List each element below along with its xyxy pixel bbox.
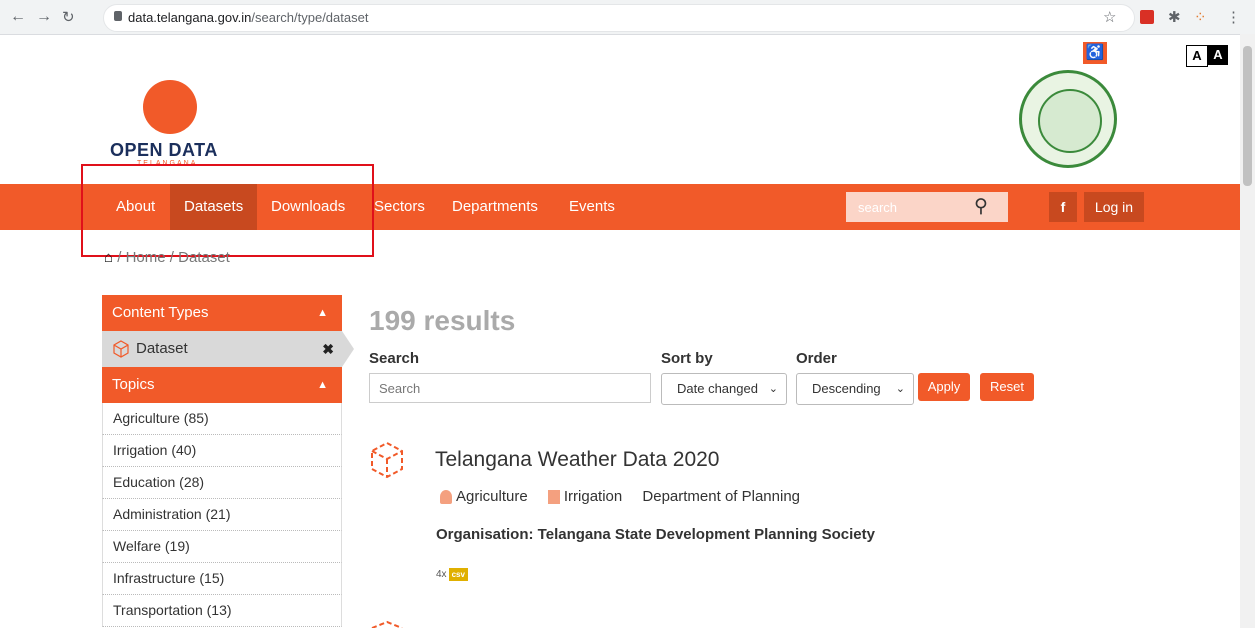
dataset-search-input[interactable]: Search — [369, 373, 651, 403]
next-dataset-cube-icon — [371, 620, 403, 628]
logo-emblem-icon — [143, 80, 197, 134]
order-label: Order — [796, 350, 837, 367]
chevron-down-icon: ⌄ — [895, 383, 905, 395]
forward-icon[interactable]: → — [36, 8, 52, 26]
search-icon[interactable]: ⚲ — [974, 195, 988, 218]
cube-icon — [113, 340, 129, 358]
highlight-box — [81, 164, 374, 257]
url-text: data.telangana.gov.in/search/type/datase… — [128, 10, 368, 25]
dataset-title-link[interactable]: Telangana Weather Data 2020 — [435, 448, 719, 472]
home-icon[interactable]: ⌂ — [104, 249, 113, 266]
breadcrumb-home-link[interactable]: Home — [126, 249, 166, 266]
selected-content-type[interactable]: Dataset ✖ — [102, 331, 354, 367]
topic-item[interactable]: Agriculture (85) — [102, 403, 342, 435]
dataset-tags: Agriculture Irrigation Department of Pla… — [440, 488, 808, 505]
dataset-formats: 4x csv — [436, 568, 468, 581]
url-host: data.telangana.gov.in — [128, 10, 252, 25]
nav-events[interactable]: Events — [555, 184, 629, 230]
dataset-search-placeholder: Search — [379, 381, 421, 396]
breadcrumb-separator: / — [117, 249, 122, 266]
lock-icon — [114, 11, 122, 21]
browser-menu-icon[interactable]: ⋮ — [1226, 8, 1241, 26]
sort-by-value: Date changed — [677, 381, 758, 396]
breadcrumb: ⌂ / Home / Dataset — [104, 249, 230, 266]
order-value: Descending — [812, 381, 881, 396]
tag-irrigation-label: Irrigation — [563, 488, 623, 505]
logo-title: OPEN DATA — [110, 140, 218, 160]
login-button[interactable]: Log in — [1084, 192, 1144, 222]
back-icon[interactable]: ← — [10, 8, 26, 26]
sort-by-label: Sort by — [661, 350, 713, 367]
topics-label: Topics — [112, 376, 155, 393]
content-types-label: Content Types — [112, 304, 209, 321]
tag-irrigation[interactable]: Irrigation — [547, 488, 630, 505]
pdf-extension-icon[interactable] — [1140, 10, 1154, 24]
facebook-button[interactable]: f — [1049, 192, 1077, 222]
breadcrumb-separator: / — [169, 249, 174, 266]
page-scrollbar[interactable] — [1240, 34, 1255, 628]
open-data-logo[interactable]: OPEN DATA TELANGANA — [110, 66, 230, 176]
chevron-down-icon: ⌄ — [768, 383, 778, 395]
dataset-department[interactable]: Department of Planning — [642, 488, 800, 505]
sort-by-select[interactable]: Date changed ⌄ — [661, 373, 787, 405]
nav-departments[interactable]: Departments — [438, 184, 552, 230]
extension-grid-icon[interactable]: ⁘ — [1194, 8, 1207, 26]
tag-agriculture[interactable]: Agriculture — [440, 488, 536, 505]
topic-item[interactable]: Administration (21) — [102, 499, 342, 531]
selected-type-label: Dataset — [136, 340, 188, 357]
irrigation-icon — [547, 490, 560, 505]
topic-item[interactable]: Transportation (13) — [102, 595, 342, 627]
bookmark-star-icon[interactable]: ☆ — [1103, 8, 1116, 26]
remove-filter-icon[interactable]: ✖ — [322, 331, 334, 367]
reset-button[interactable]: Reset — [980, 373, 1034, 401]
font-size-large-button[interactable]: A — [1208, 45, 1228, 65]
tag-agriculture-label: Agriculture — [456, 488, 528, 505]
topic-item[interactable]: Infrastructure (15) — [102, 563, 342, 595]
chevron-up-icon[interactable]: ▲ — [317, 295, 328, 331]
content-types-header[interactable]: Content Types ▲ — [102, 295, 342, 331]
agriculture-icon — [440, 490, 452, 505]
format-count: 4x — [436, 569, 447, 581]
browser-toolbar: ← → ↻ data.telangana.gov.in/search/type/… — [0, 0, 1255, 35]
facet-sidebar: Content Types ▲ Dataset ✖ Topics ▲ Agric… — [102, 295, 354, 627]
reload-icon[interactable]: ↻ — [62, 8, 75, 26]
site-search-placeholder: search — [858, 200, 898, 215]
results-count: 199 results — [369, 305, 516, 336]
topics-header[interactable]: Topics ▲ — [102, 367, 342, 403]
topic-item[interactable]: Welfare (19) — [102, 531, 342, 563]
topic-item[interactable]: Irrigation (40) — [102, 435, 342, 467]
dataset-cube-icon — [371, 441, 403, 479]
selected-pointer — [342, 331, 354, 367]
font-size-normal-button[interactable]: A — [1186, 45, 1208, 67]
search-label: Search — [369, 350, 420, 367]
address-bar[interactable]: data.telangana.gov.in/search/type/datase… — [103, 4, 1135, 32]
url-path: /search/type/dataset — [251, 10, 369, 25]
apply-button[interactable]: Apply — [918, 373, 970, 401]
csv-format-badge[interactable]: csv — [448, 568, 468, 581]
order-select[interactable]: Descending ⌄ — [796, 373, 914, 405]
breadcrumb-current: Dataset — [178, 249, 230, 266]
government-emblem-icon — [1019, 70, 1117, 168]
site-search-input[interactable]: search ⚲ — [846, 192, 1008, 222]
accessibility-icon[interactable]: ♿ — [1083, 42, 1107, 64]
topic-item[interactable]: Education (28) — [102, 467, 342, 499]
dataset-organisation: Organisation: Telangana State Developmen… — [436, 526, 875, 543]
chevron-up-icon[interactable]: ▲ — [317, 367, 328, 403]
scrollbar-thumb[interactable] — [1243, 46, 1252, 186]
extensions-puzzle-icon[interactable]: ✱ — [1168, 8, 1181, 26]
